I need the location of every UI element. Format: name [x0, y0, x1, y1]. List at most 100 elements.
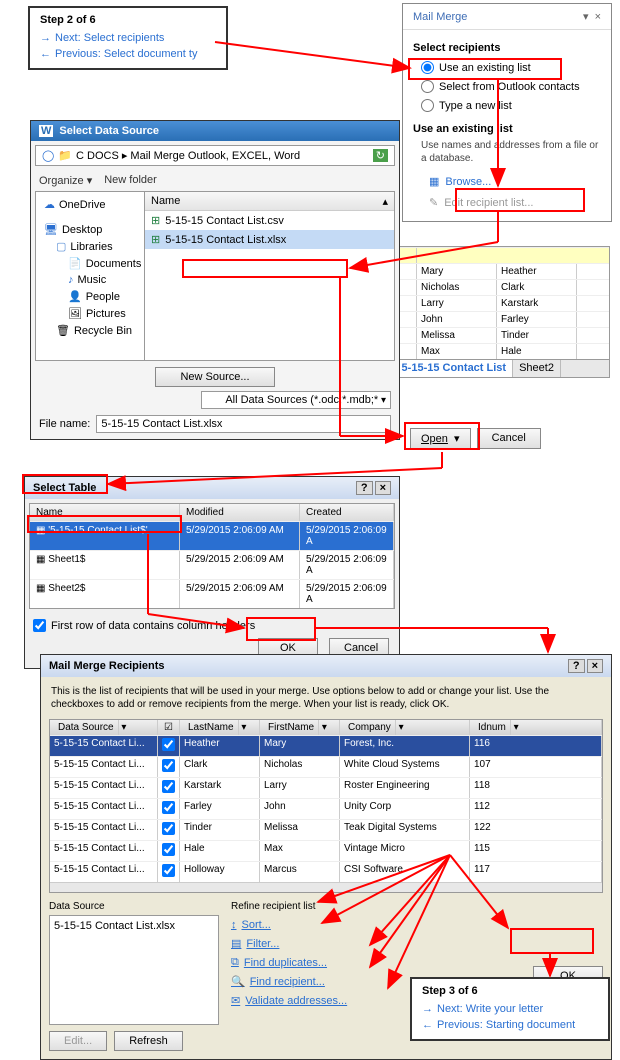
table-row[interactable]: ▦ Sheet2$5/29/2015 2:06:09 AM5/29/2015 2… — [30, 579, 394, 608]
filename-input[interactable] — [96, 415, 391, 433]
sds-titlebar: W Select Data Source — [31, 121, 399, 141]
recipient-row[interactable]: 5-15-15 Contact Li...HollowayMarcusCSI S… — [50, 861, 602, 882]
recipient-row[interactable]: 5-15-15 Contact Li...TinderMelissaTeak D… — [50, 819, 602, 840]
file-filter-dropdown[interactable]: All Data Sources (*.odc;*.mdb;* ▾ — [201, 391, 391, 409]
back-icon[interactable]: ◯ — [42, 149, 54, 162]
radio-new-list[interactable]: Type a new list — [413, 96, 601, 115]
tree-people[interactable]: 👤People — [40, 288, 140, 305]
step2-prev[interactable]: ← Previous: Select document ty — [40, 46, 216, 62]
sort-link[interactable]: ↕Sort... — [231, 916, 521, 934]
first-row-headers[interactable]: First row of data contains column header… — [25, 613, 399, 638]
first-row-checkbox[interactable] — [33, 619, 46, 632]
doc-icon: 📄 — [68, 257, 82, 270]
highlight-mmr-ok — [510, 928, 594, 954]
recycle-icon: 🗑 — [56, 324, 70, 337]
file-csv[interactable]: ⊞5-15-15 Contact List.csv — [145, 211, 394, 230]
step2-prev-label: Previous: Select document ty — [55, 48, 197, 60]
mmr-header[interactable]: Data Source ▾ ☑ LastName ▾ FirstName ▾ C… — [50, 720, 602, 735]
tree-desktop[interactable]: 🖥Desktop — [40, 221, 140, 238]
recipient-row[interactable]: 5-15-15 Contact Li...ClarkNicholasWhite … — [50, 756, 602, 777]
recipient-row[interactable]: 5-15-15 Contact Li...HaleMaxVintage Micr… — [50, 840, 602, 861]
tree-onedrive[interactable]: ☁OneDrive — [40, 196, 140, 213]
step3-title: Step 3 of 6 — [422, 985, 598, 997]
new-source-button[interactable]: New Source... — [155, 367, 275, 387]
radio-outlook-label: Select from Outlook contacts — [439, 81, 580, 93]
step3-next-label: Next: Write your letter — [437, 1003, 543, 1015]
first-row-label: First row of data contains column header… — [51, 620, 255, 632]
step3-prev[interactable]: ←Previous: Starting document — [422, 1017, 598, 1033]
tree-music[interactable]: ♪Music — [40, 272, 140, 288]
help-icon[interactable]: ? — [568, 659, 585, 673]
mmr-titlebar: Mail Merge Recipients?× — [41, 655, 611, 677]
mmr-scrollbar[interactable] — [50, 882, 602, 892]
highlight-browse — [455, 188, 585, 212]
mmr-description: This is the list of recipients that will… — [41, 677, 611, 719]
table-row[interactable]: ▦ Sheet1$5/29/2015 2:06:09 AM5/29/2015 2… — [30, 550, 394, 579]
filter-link[interactable]: ▤Filter... — [231, 934, 521, 953]
folder-icon: 📁 — [58, 149, 72, 162]
radio-outlook-input[interactable] — [421, 80, 434, 93]
arrow-left-icon: ← — [40, 48, 51, 60]
sheet-tab-2[interactable]: Sheet2 — [513, 360, 561, 377]
tree-documents[interactable]: 📄Documents — [40, 255, 140, 272]
mmr-controls: ?× — [568, 659, 603, 673]
step2-title: Step 2 of 6 — [40, 14, 216, 26]
select-data-source-window: W Select Data Source ◯ 📁 C DOCS ▸ Mail Merg… — [30, 120, 400, 440]
mm-hint: Use names and addresses from a file or a… — [413, 139, 601, 165]
step2-next[interactable]: →Next: Select recipients — [40, 30, 216, 46]
file-list-header[interactable]: Name ▴ — [145, 192, 394, 211]
highlight-table-row — [27, 515, 182, 533]
duplicate-icon: ⧉ — [231, 956, 239, 969]
tree-recycle[interactable]: 🗑Recycle Bin — [40, 322, 140, 339]
radio-new-input[interactable] — [421, 99, 434, 112]
step2-next-label: Next: Select recipients — [55, 32, 164, 44]
sds-breadcrumb[interactable]: ◯ 📁 C DOCS ▸ Mail Merge Outlook, EXCEL, Wo… — [35, 145, 395, 166]
select-table-dialog: Select Table?× Name Modified Created ▦ '… — [24, 476, 400, 669]
excel-icon: ⊞ — [151, 233, 160, 246]
new-folder-button[interactable]: New folder — [104, 174, 157, 187]
close-icon[interactable]: × — [375, 481, 391, 495]
step3-box: Step 3 of 6 → Next: Write your letter ←Pr… — [410, 977, 610, 1041]
step3-next[interactable]: → Next: Write your letter — [422, 1001, 598, 1017]
st-controls: ?× — [356, 481, 391, 495]
recipient-row[interactable]: 5-15-15 Contact Li...HeatherMaryForest, … — [50, 735, 602, 756]
sheet-tab-1[interactable]: 5-15-15 Contact List — [396, 360, 514, 377]
file-xlsx[interactable]: ⊞5-15-15 Contact List.xlsx — [145, 230, 394, 249]
excel-icon: ⊞ — [151, 214, 160, 227]
mm-select-recipients-label: Select recipients — [413, 42, 601, 54]
highlight-xlsx — [182, 259, 348, 278]
help-icon[interactable]: ? — [356, 481, 373, 495]
cloud-icon: ☁ — [44, 198, 55, 211]
radio-new-label: Type a new list — [439, 100, 512, 112]
word-icon: W — [39, 125, 53, 137]
browse-label: Browse... — [445, 176, 491, 188]
ds-listbox[interactable]: 5-15-15 Contact List.xlsx — [49, 915, 219, 1025]
breadcrumb-text: C DOCS ▸ Mail Merge Outlook, EXCEL, Word — [76, 149, 300, 162]
arrow-right-icon: → — [422, 1003, 433, 1015]
mmr-grid[interactable]: Data Source ▾ ☑ LastName ▾ FirstName ▾ C… — [49, 719, 603, 893]
search-icon: 🔍 — [231, 975, 245, 988]
ds-refresh-button[interactable]: Refresh — [114, 1031, 183, 1051]
sds-toolbar: Organize ▾ New folder — [31, 170, 399, 191]
library-icon: ▢ — [56, 240, 66, 253]
recipient-row[interactable]: 5-15-15 Contact Li...FarleyJohnUnity Cor… — [50, 798, 602, 819]
tree-libraries[interactable]: ▢Libraries — [40, 238, 140, 255]
organize-menu[interactable]: Organize ▾ — [39, 174, 92, 187]
ds-edit-button: Edit... — [49, 1031, 107, 1051]
pictures-icon: 🖼 — [68, 307, 82, 320]
close-icon[interactable]: × — [587, 659, 603, 673]
people-icon: 👤 — [68, 290, 82, 303]
highlight-existing-list — [408, 58, 562, 80]
sort-icon: ↕ — [231, 919, 237, 931]
tree-pictures[interactable]: 🖼Pictures — [40, 305, 140, 322]
edit-icon: ✎ — [429, 196, 438, 209]
recipient-row[interactable]: 5-15-15 Contact Li...KarstarkLarryRoster… — [50, 777, 602, 798]
filter-icon: ▤ — [231, 937, 241, 950]
cancel-button[interactable]: Cancel — [477, 428, 541, 449]
refresh-icon[interactable]: ↻ — [373, 149, 388, 162]
folder-tree[interactable]: ☁OneDrive 🖥Desktop ▢Libraries 📄Documents… — [35, 191, 145, 361]
browse-icon: ▦ — [429, 175, 439, 188]
mm-pane-title: Mail Merge▾ × — [403, 4, 611, 30]
sds-title: Select Data Source — [59, 125, 159, 137]
find-dup-link[interactable]: ⧉Find duplicates... — [231, 953, 521, 972]
